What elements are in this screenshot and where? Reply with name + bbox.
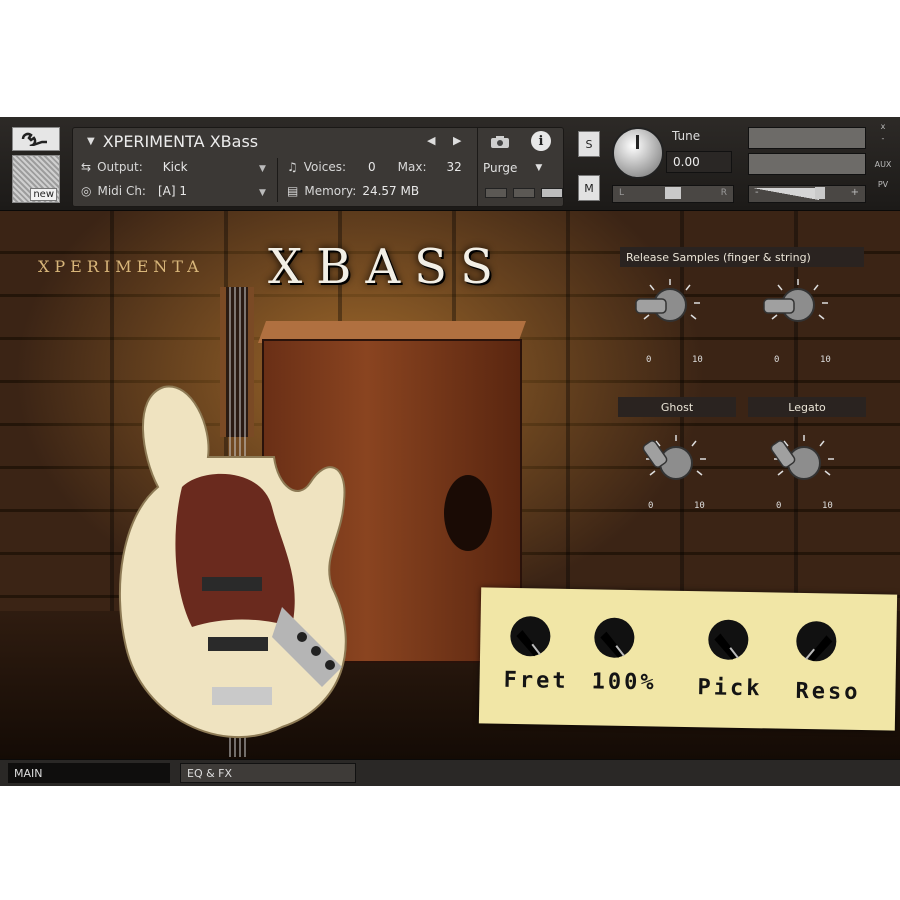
- memory-icon: ▤: [287, 184, 299, 198]
- tune-value[interactable]: 0.00: [666, 151, 732, 173]
- output-dropdown-icon[interactable]: ▼: [259, 164, 266, 174]
- max-voices-value[interactable]: 32: [447, 160, 462, 174]
- amount-knob[interactable]: [588, 609, 643, 664]
- midi-icon: ◎: [81, 184, 92, 198]
- max-label: Max:: [397, 160, 427, 174]
- legato-knob[interactable]: [764, 431, 844, 491]
- pv-button[interactable]: PV: [872, 179, 894, 191]
- kontakt-instrument: new ▼ XPERIMENTA XBass ◀ ▶ i ⇆ Output: K…: [0, 117, 900, 786]
- volume-slider[interactable]: - +: [748, 185, 866, 203]
- main-panel: XPERIMENTA XBASS Release Samples (finger…: [0, 211, 900, 759]
- info-icon[interactable]: i: [531, 131, 551, 151]
- release-finger-knob[interactable]: [630, 275, 710, 335]
- volume-ramp: [753, 188, 819, 200]
- next-instrument-icon[interactable]: ▶: [453, 134, 461, 147]
- pan-slider[interactable]: L R: [612, 185, 734, 203]
- divider: [277, 158, 278, 202]
- instrument-info-panel: ▼ XPERIMENTA XBass ◀ ▶ i ⇆ Output: Kick …: [72, 127, 564, 207]
- pan-left-label: L: [619, 188, 625, 198]
- voices-value: 0: [368, 160, 376, 174]
- level-meter-right: [748, 153, 866, 175]
- knob-min-label: 0: [774, 355, 780, 365]
- note-paper-panel: Fret 100% Pick Reso: [478, 587, 898, 731]
- aux-button[interactable]: AUX: [872, 159, 894, 171]
- tune-label: Tune: [672, 129, 701, 143]
- reso-label: Reso: [795, 678, 861, 706]
- knob-max-label: 10: [820, 355, 831, 365]
- cajon-sound-hole: [444, 475, 492, 551]
- pan-right-label: R: [720, 188, 727, 198]
- fret-label: Fret: [503, 667, 569, 694]
- page-tabs: MAIN EQ & FX: [0, 759, 900, 786]
- indicator: [541, 188, 563, 198]
- tab-main[interactable]: MAIN: [8, 763, 170, 783]
- camera-icon[interactable]: [487, 132, 513, 152]
- release-samples-label: Release Samples (finger & string): [620, 247, 864, 267]
- voices-icon: ♫: [287, 160, 298, 174]
- new-preset-icon[interactable]: new: [12, 155, 60, 203]
- pan-handle[interactable]: [665, 187, 681, 199]
- output-icon: ⇆: [81, 160, 92, 174]
- bass-guitar-image: [118, 287, 347, 757]
- mute-button[interactable]: M: [578, 175, 600, 201]
- prev-instrument-icon[interactable]: ◀: [427, 134, 435, 147]
- tab-eq-fx[interactable]: EQ & FX: [180, 763, 356, 783]
- midi-row[interactable]: ◎ Midi Ch: [A] 1: [81, 184, 187, 198]
- ghost-knob[interactable]: [636, 431, 716, 491]
- side-controls: x - AUX PV: [872, 121, 894, 191]
- solo-button[interactable]: S: [578, 131, 600, 157]
- knob-max-label: 10: [822, 501, 833, 511]
- knob-min-label: 0: [646, 355, 652, 365]
- output-value: Kick: [162, 160, 188, 174]
- release-string-knob[interactable]: [758, 275, 838, 335]
- knob-min-label: 0: [648, 501, 654, 511]
- level-meter-left: [748, 127, 866, 149]
- memory-row: ▤ Memory: 24.57 MB: [287, 184, 419, 198]
- volume-handle[interactable]: [815, 187, 825, 199]
- minimize-icon[interactable]: -: [872, 133, 894, 145]
- purge-dropdown-icon: ▼: [535, 163, 543, 173]
- voices-label: Voices:: [303, 160, 346, 174]
- voices-row: ♫ Voices: 0 Max: 32: [287, 160, 462, 174]
- indicator: [485, 188, 507, 198]
- output-row[interactable]: ⇆ Output: Kick: [81, 160, 188, 174]
- instrument-name[interactable]: ▼ XPERIMENTA XBass: [87, 132, 258, 151]
- divider: [477, 128, 478, 206]
- memory-value: 24.57 MB: [362, 184, 420, 198]
- instrument-header: new ▼ XPERIMENTA XBass ◀ ▶ i ⇆ Output: K…: [0, 117, 900, 211]
- midi-label: Midi Ch:: [97, 184, 146, 198]
- tune-knob[interactable]: [612, 127, 664, 179]
- knob-max-label: 10: [692, 355, 703, 365]
- reso-knob[interactable]: [790, 613, 845, 668]
- knob-max-label: 10: [694, 501, 705, 511]
- pick-knob[interactable]: [702, 611, 757, 666]
- memory-label: Memory:: [304, 184, 357, 198]
- indicator: [513, 188, 535, 198]
- purge-menu[interactable]: Purge ▼: [483, 158, 557, 178]
- midi-dropdown-icon[interactable]: ▼: [259, 188, 266, 198]
- fret-knob[interactable]: [504, 608, 559, 663]
- purge-label: Purge: [483, 161, 518, 175]
- brand-logo: XPERIMENTA: [38, 257, 204, 276]
- knob-min-label: 0: [776, 501, 782, 511]
- vol-plus-label: +: [850, 187, 859, 198]
- midi-value: [A] 1: [157, 184, 187, 198]
- dropdown-icon[interactable]: ▼: [87, 136, 95, 147]
- purge-indicators: [485, 188, 563, 198]
- pick-label: Pick: [697, 675, 763, 702]
- amount-label: 100%: [591, 669, 657, 696]
- legato-label: Legato: [748, 397, 866, 417]
- instrument-name-text: XPERIMENTA XBass: [102, 132, 259, 151]
- output-label: Output:: [97, 160, 143, 174]
- wrench-icon[interactable]: [12, 127, 60, 151]
- close-icon[interactable]: x: [872, 121, 894, 133]
- new-label: new: [30, 188, 57, 201]
- ghost-label: Ghost: [618, 397, 736, 417]
